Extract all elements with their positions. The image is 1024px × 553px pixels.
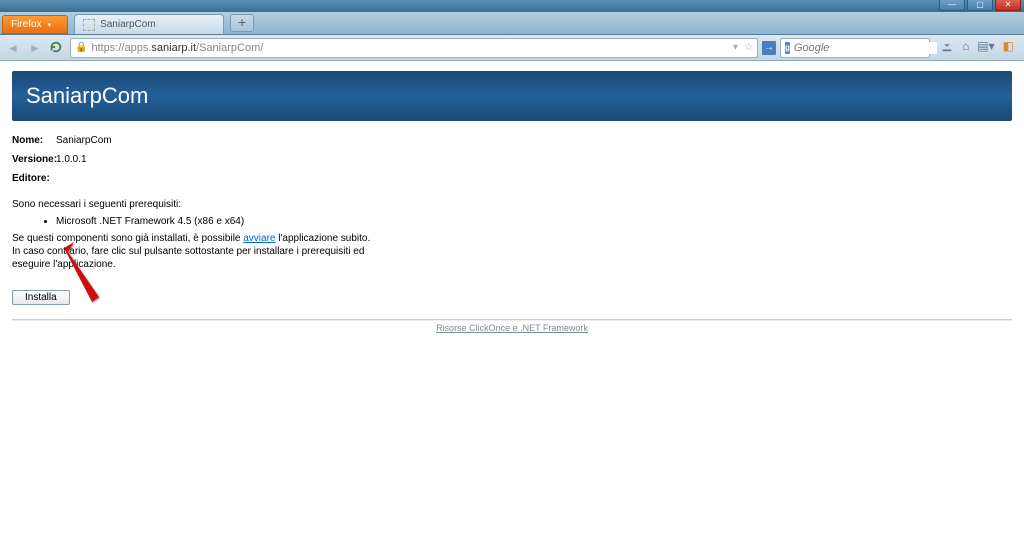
window-titlebar: — ▢ ✕ (0, 0, 1024, 12)
search-box[interactable]: g (780, 38, 930, 58)
feed-button[interactable]: ◧ (1003, 39, 1014, 56)
window-close-button[interactable]: ✕ (995, 0, 1021, 11)
bookmark-star-icon[interactable]: ☆ (744, 42, 753, 53)
downloads-button[interactable] (940, 39, 954, 56)
browser-tab[interactable]: SaniarpCom (74, 14, 224, 34)
forward-button[interactable]: ► (26, 39, 44, 57)
prereq-item: Microsoft .NET Framework 4.5 (x86 e x64) (56, 216, 1012, 227)
prereq-intro: Sono necessari i seguenti prerequisiti: (12, 198, 372, 211)
search-go-button[interactable]: → (762, 41, 776, 55)
firefox-menu-button[interactable]: Firefox (2, 15, 68, 34)
home-button[interactable]: ⌂ (962, 39, 969, 56)
toolbar: ◄ ► 🔒 https://apps.saniarp.it/SaniarpCom… (0, 35, 1024, 61)
search-input[interactable] (794, 42, 937, 54)
launch-link[interactable]: avviare (243, 233, 275, 244)
install-button[interactable]: Installa (12, 290, 70, 305)
launch-paragraph: Se questi componenti sono già installati… (12, 232, 372, 271)
version-value: 1.0.0.1 (56, 154, 87, 165)
footer-separator (12, 319, 1012, 320)
reload-icon (49, 40, 65, 56)
refresh-dropdown-icon[interactable]: ▾ (733, 42, 738, 53)
footer-link[interactable]: Risorse ClickOnce e .NET Framework (436, 323, 588, 333)
name-value: SaniarpCom (56, 135, 112, 146)
publisher-label: Editore: (12, 173, 56, 184)
version-label: Versione: (12, 154, 56, 165)
prerequisites-section: Sono necessari i seguenti prerequisiti: … (12, 198, 1012, 271)
back-button[interactable]: ◄ (4, 39, 22, 57)
page-title: SaniarpCom (12, 71, 1012, 121)
name-label: Nome: (12, 135, 56, 146)
tab-bar: Firefox SaniarpCom + (0, 12, 1024, 35)
google-icon: g (785, 42, 790, 54)
lock-icon: 🔒 (75, 42, 87, 53)
window-maximize-button[interactable]: ▢ (967, 0, 993, 11)
firefox-menu-label: Firefox (11, 19, 42, 30)
favicon-placeholder-icon (83, 19, 95, 31)
reload-button[interactable] (48, 39, 66, 57)
download-icon (940, 42, 954, 56)
tab-title: SaniarpCom (100, 19, 156, 30)
bookmarks-menu-button[interactable]: ▤▾ (977, 39, 994, 56)
window-minimize-button[interactable]: — (939, 0, 965, 11)
url-text: https://apps.saniarp.it/SaniarpCom/ (91, 42, 729, 54)
app-info: Nome: SaniarpCom Versione: 1.0.0.1 Edito… (12, 135, 1012, 184)
new-tab-button[interactable]: + (230, 14, 254, 32)
page-content: SaniarpCom Nome: SaniarpCom Versione: 1.… (0, 61, 1024, 343)
address-bar[interactable]: 🔒 https://apps.saniarp.it/SaniarpCom/ ▾ … (70, 38, 758, 58)
